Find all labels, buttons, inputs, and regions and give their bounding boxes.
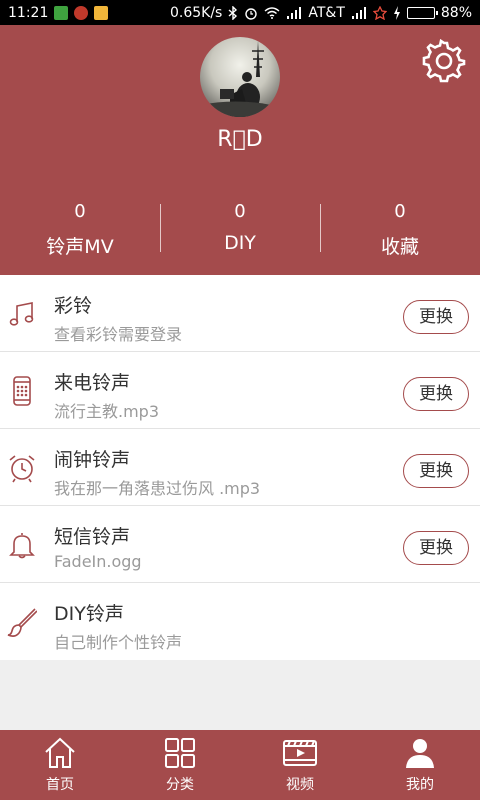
change-button[interactable]: 更换 [403, 377, 469, 411]
music-note-icon [9, 302, 34, 326]
list-item-title: 短信铃声 [54, 526, 131, 548]
list-item-title: 彩铃 [54, 295, 93, 317]
wifi-icon [264, 6, 280, 19]
ringtone-list: 彩铃 查看彩铃需要登录 更换 来电铃声 流行主教.mp3 更换 闹钟铃声 我在那… [0, 275, 480, 660]
carrier-name: AT&T [308, 4, 345, 21]
nav-label: 首页 [46, 777, 74, 793]
change-button[interactable]: 更换 [403, 300, 469, 334]
signal-icon [351, 6, 366, 19]
bottom-nav: 首页 分类 视频 我的 [0, 730, 480, 800]
grid-icon [165, 738, 195, 768]
status-bar: 11:21 0.65K/s AT&T 88% [0, 0, 480, 25]
nav-tab-home[interactable]: 首页 [0, 730, 120, 800]
stat-value: 0 [74, 201, 86, 222]
list-item-subtitle: 自己制作个性铃声 [54, 633, 183, 652]
charging-icon [393, 5, 400, 20]
username: R D [217, 127, 263, 152]
stat-value: 0 [234, 201, 246, 222]
change-button[interactable]: 更换 [403, 454, 469, 488]
video-icon [283, 740, 317, 766]
brush-icon [7, 608, 37, 637]
list-item-sms[interactable]: 短信铃声 FadeIn.ogg 更换 [0, 506, 480, 583]
status-time: 11:21 [8, 4, 49, 21]
avatar[interactable] [200, 37, 280, 117]
list-item-subtitle: 我在那一角落患过伤风 .mp3 [54, 479, 261, 498]
nav-tab-video[interactable]: 视频 [240, 730, 360, 800]
avatar-photo [200, 41, 280, 117]
list-item-title: DIY铃声 [54, 603, 124, 625]
nav-label: 分类 [166, 777, 194, 793]
stat-label: 铃声MV [46, 236, 114, 258]
stat-label: 收藏 [380, 236, 419, 258]
list-item-subtitle: 查看彩铃需要登录 [54, 325, 183, 344]
bluetooth-icon [228, 5, 238, 20]
alarm-icon [245, 7, 258, 20]
list-item-subtitle: FadeIn.ogg [54, 552, 142, 571]
stat-favorites[interactable]: 0 收藏 [320, 200, 480, 260]
alarm-clock-icon [9, 455, 35, 483]
star-badge-icon [372, 5, 387, 20]
network-speed: 0.65K/s [169, 4, 223, 21]
list-item-ringtone[interactable]: 来电铃声 流行主教.mp3 更换 [0, 352, 480, 429]
profile-header: R D 0 铃声MV 0 DIY 0 收藏 [0, 25, 480, 275]
list-item-title: 闹钟铃声 [54, 449, 131, 471]
battery-icon [406, 6, 438, 19]
home-icon [45, 737, 75, 768]
nav-label: 我的 [406, 777, 434, 793]
nav-label: 视频 [286, 777, 314, 793]
list-item-diy[interactable]: DIY铃声 自己制作个性铃声 [0, 583, 480, 660]
signal-icon [287, 6, 302, 19]
battery-percent: 88% [440, 4, 472, 21]
list-item-title: 来电铃声 [54, 372, 131, 394]
list-item-color-ring[interactable]: 彩铃 查看彩铃需要登录 更换 [0, 275, 480, 352]
nav-tab-mine[interactable]: 我的 [360, 730, 480, 800]
notification-app-icon [74, 5, 89, 20]
nav-tab-category[interactable]: 分类 [120, 730, 240, 800]
list-item-subtitle: 流行主教.mp3 [54, 402, 160, 421]
user-icon [406, 739, 434, 768]
notification-app-icon [54, 5, 69, 20]
phone-icon [13, 376, 31, 406]
change-button[interactable]: 更换 [403, 531, 469, 565]
list-item-alarm[interactable]: 闹钟铃声 我在那一角落患过伤风 .mp3 更换 [0, 429, 480, 506]
stats-row: 0 铃声MV 0 DIY 0 收藏 [0, 200, 480, 260]
stat-diy[interactable]: 0 DIY [160, 200, 320, 260]
bell-icon [9, 533, 35, 559]
stat-value: 0 [394, 201, 406, 222]
settings-gear-icon[interactable] [422, 39, 466, 83]
notification-app-icon [94, 5, 109, 20]
stat-label: DIY [224, 232, 256, 254]
stat-ringtone-mv[interactable]: 0 铃声MV [0, 200, 160, 260]
